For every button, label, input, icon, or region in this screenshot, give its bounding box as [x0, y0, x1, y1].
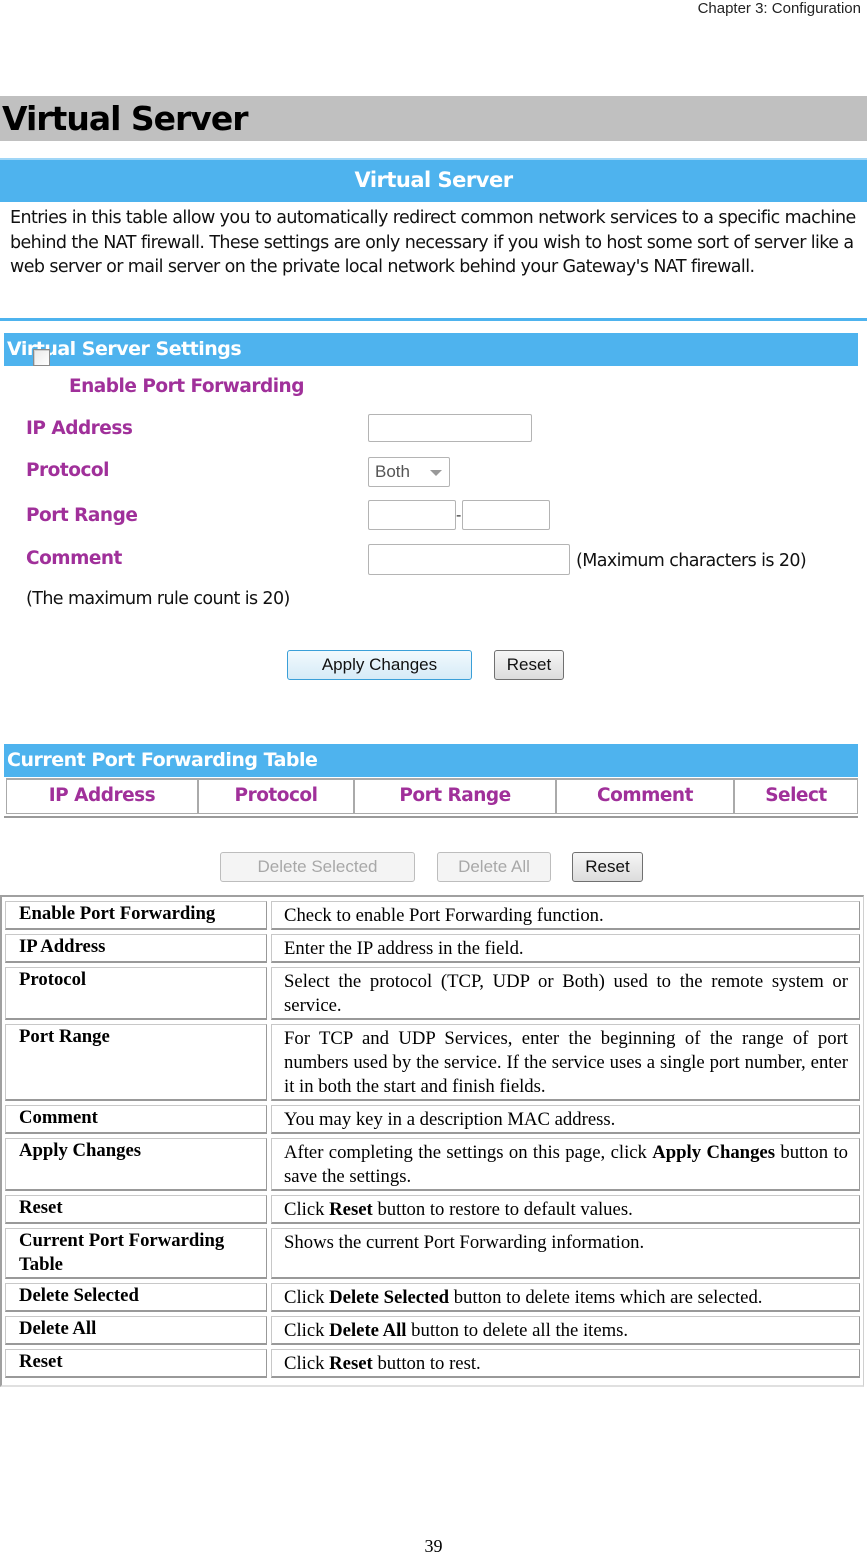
ip-address-label: IP Address [26, 418, 133, 439]
page-banner: Virtual Server [0, 158, 867, 202]
description-row: Comment You may key in a description MAC … [5, 1105, 860, 1134]
bold-text: Apply Changes [652, 1142, 775, 1163]
text: Check to enable Port Forwarding function… [284, 905, 604, 926]
description-term: Delete All [5, 1316, 267, 1345]
text: Shows the current Port Forwarding inform… [284, 1232, 645, 1253]
description-term: Current Port Forwarding Table [5, 1228, 267, 1279]
apply-changes-button[interactable]: Apply Changes [287, 650, 472, 680]
text: For TCP and UDP Services, enter the begi… [284, 1028, 848, 1097]
column-comment: Comment [556, 778, 734, 814]
description-term: Comment [5, 1105, 267, 1134]
column-select: Select [734, 778, 858, 814]
ui-screenshot: Virtual Server Entries in this table all… [0, 155, 867, 895]
column-protocol: Protocol [198, 778, 354, 814]
enable-port-forwarding-label: Enable Port Forwarding [69, 376, 304, 397]
comment-hint: (Maximum characters is 20) [576, 551, 807, 571]
description-term: Delete Selected [5, 1283, 267, 1312]
forwarding-table-columns: IP Address Protocol Port Range Comment S… [4, 778, 858, 818]
text: Enter the IP address in the field. [284, 938, 524, 959]
max-rule-note: (The maximum rule count is 20) [26, 589, 290, 609]
port-range-label: Port Range [26, 505, 138, 526]
description-definition: Check to enable Port Forwarding function… [271, 901, 860, 930]
bold-text: Reset [329, 1199, 373, 1220]
description-row: Port Range For TCP and UDP Services, ente… [5, 1024, 860, 1101]
comment-label: Comment [26, 548, 122, 569]
protocol-select[interactable]: Both [368, 457, 450, 487]
text: Click [284, 1353, 330, 1374]
forwarding-table-title: Current Port Forwarding Table [7, 749, 318, 771]
forwarding-table-header: Current Port Forwarding Table [4, 744, 858, 777]
description-definition: For TCP and UDP Services, enter the begi… [271, 1024, 860, 1101]
column-port-range: Port Range [354, 778, 556, 814]
protocol-selected-value: Both [375, 462, 410, 481]
protocol-label: Protocol [26, 460, 109, 481]
description-definition: Select the protocol (TCP, UDP or Both) u… [271, 967, 860, 1020]
bold-text: Delete Selected [329, 1287, 450, 1308]
text: Select the protocol (TCP, UDP or Both) u… [284, 971, 848, 1016]
description-term: Reset [5, 1349, 267, 1378]
description-term: Port Range [5, 1024, 267, 1101]
port-range-start-input[interactable] [368, 500, 456, 530]
text: button to delete all the items. [406, 1320, 629, 1341]
description-row: Delete All Click Delete All button to del… [5, 1316, 860, 1345]
description-row: Reset Click Reset button to restore to de… [5, 1195, 860, 1224]
text: Click [284, 1199, 330, 1220]
description-definition: Click Reset button to restore to default… [271, 1195, 860, 1224]
description-row: Delete Selected Click Delete Selected but… [5, 1283, 860, 1312]
ip-address-input[interactable] [368, 414, 532, 442]
text: You may key in a description MAC address… [284, 1109, 616, 1130]
description-row: Apply Changes After completing the settin… [5, 1138, 860, 1191]
section-title: Virtual Server [2, 99, 248, 138]
text: After completing the settings on this pa… [284, 1142, 653, 1163]
text: Click [284, 1287, 330, 1308]
delete-selected-button[interactable]: Delete Selected [220, 852, 415, 882]
description-term: IP Address [5, 934, 267, 963]
text: button to rest. [372, 1353, 481, 1374]
delete-all-button[interactable]: Delete All [437, 852, 551, 882]
chevron-down-icon [430, 470, 442, 476]
enable-port-forwarding-checkbox[interactable] [33, 349, 50, 366]
description-row: Protocol Select the protocol (TCP, UDP or… [5, 967, 860, 1020]
settings-header: Virtual Server Settings [4, 333, 858, 366]
banner-title: Virtual Server [354, 168, 513, 192]
description-row: Enable Port Forwarding Check to enable Po… [5, 901, 860, 930]
description-term: Enable Port Forwarding [5, 901, 267, 930]
divider [0, 318, 867, 321]
field-description-table: Enable Port Forwarding Check to enable Po… [0, 895, 864, 1387]
comment-input[interactable] [368, 544, 570, 575]
text: button to restore to default values. [372, 1199, 633, 1220]
description-definition: After completing the settings on this pa… [271, 1138, 860, 1191]
description-definition: Click Delete Selected button to delete i… [271, 1283, 860, 1312]
text: Click [284, 1320, 330, 1341]
bold-text: Delete All [329, 1320, 407, 1341]
table-reset-button[interactable]: Reset [572, 852, 643, 882]
description-term: Apply Changes [5, 1138, 267, 1191]
description-row: Reset Click Reset button to rest. [5, 1349, 860, 1378]
description-definition: Click Delete All button to delete all th… [271, 1316, 860, 1345]
description-definition: Click Reset button to rest. [271, 1349, 860, 1378]
page-number: 39 [424, 1536, 443, 1556]
port-range-end-input[interactable] [462, 500, 550, 530]
description-term: Reset [5, 1195, 267, 1224]
reset-button[interactable]: Reset [494, 650, 564, 680]
description-definition: Shows the current Port Forwarding inform… [271, 1228, 860, 1279]
description-row: Current Port Forwarding Table Shows the c… [5, 1228, 860, 1279]
description-definition: Enter the IP address in the field. [271, 934, 860, 963]
intro-text: Entries in this table allow you to autom… [10, 208, 856, 277]
bold-text: Reset [329, 1353, 373, 1374]
column-ip-address: IP Address [6, 778, 198, 814]
description-term: Protocol [5, 967, 267, 1020]
chapter-header: Chapter 3: Configuration [697, 0, 861, 17]
port-range-separator: - [456, 507, 462, 524]
text: button to delete items which are selecte… [449, 1287, 763, 1308]
description-row: IP Address Enter the IP address in the fi… [5, 934, 860, 963]
section-title-bar: Virtual Server [0, 96, 867, 141]
description-definition: You may key in a description MAC address… [271, 1105, 860, 1134]
